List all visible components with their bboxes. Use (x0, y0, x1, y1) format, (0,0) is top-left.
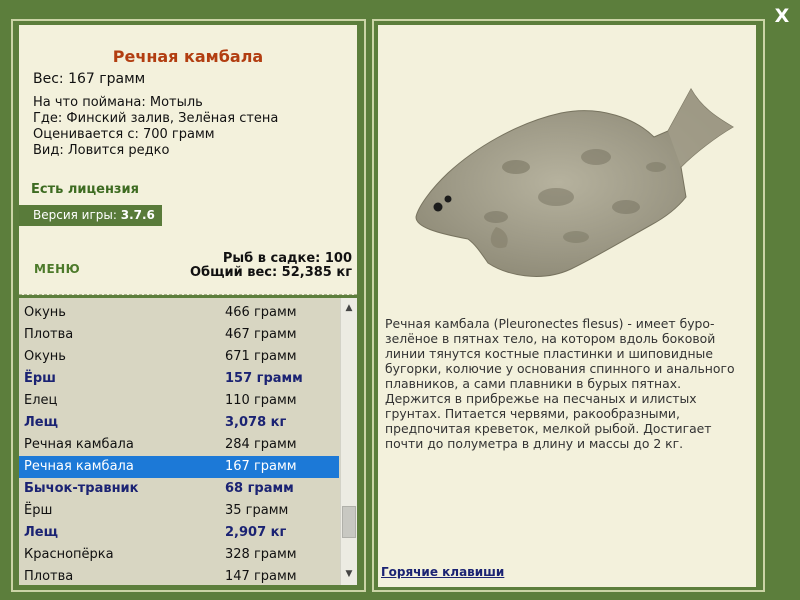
list-item-weight: 284 грамм (225, 437, 297, 452)
chevron-down-icon[interactable]: ▼ (341, 566, 357, 582)
fish-description: Речная камбала (Pleuronectes flesus) - и… (385, 316, 735, 451)
catch-list: Окунь 466 грамм Плотва 467 грамм Окунь 671 гр… (19, 298, 357, 585)
list-item-name: Речная камбала (24, 437, 134, 452)
list-item-weight: 167 грамм (225, 459, 297, 474)
catch-list-rows: Окунь 466 грамм Плотва 467 грамм Окунь 671 гр… (19, 302, 339, 585)
info-line-location: Где: Финский залив, Зелёная стена (33, 111, 279, 126)
info-line-bait: На что поймана: Мотыль (33, 95, 203, 110)
list-item-weight: 68 грамм (225, 481, 294, 496)
list-item[interactable]: Окунь 466 грамм (19, 302, 339, 324)
list-item[interactable]: Бычок-травник 68 грамм (19, 478, 339, 500)
fish-weight: Вес: 167 грамм (33, 71, 146, 87)
total-weight: Общий вес: 52,385 кг (189, 265, 352, 280)
version-label: Версия игры: (33, 208, 121, 222)
list-item-name: Ёрш (24, 371, 56, 386)
list-item[interactable]: Плотва 467 грамм (19, 324, 339, 346)
list-item-weight: 157 грамм (225, 371, 303, 386)
dashed-divider (19, 294, 357, 295)
list-item-name: Плотва (24, 327, 74, 342)
list-item-weight: 467 грамм (225, 327, 297, 342)
list-item-name: Бычок-травник (24, 481, 139, 496)
version-number: 3.7.6 (120, 208, 155, 222)
list-item[interactable]: Окунь 671 грамм (19, 346, 339, 368)
list-item[interactable]: Елец 110 грамм (19, 390, 339, 412)
list-item-name: Окунь (24, 349, 66, 364)
fish-title: Речная камбала (112, 47, 264, 66)
list-item-weight: 35 грамм (225, 503, 289, 518)
list-item[interactable]: Краснопёрка 328 грамм (19, 544, 339, 566)
fish-info-panel: Речная камбала Вес: 167 грамм На что пой… (19, 25, 357, 295)
list-item-name: Окунь (24, 305, 66, 320)
list-item-name: Плотва (24, 569, 74, 584)
fish-image (415, 87, 734, 277)
list-item[interactable]: Речная камбала 167 грамм (19, 456, 339, 478)
close-icon: X (774, 5, 790, 27)
list-item-name: Ёрш (24, 503, 53, 518)
license-status: Есть лицензия (31, 182, 139, 197)
list-item-weight: 3,078 кг (225, 415, 287, 430)
list-item-name: Елец (24, 393, 58, 408)
close-button[interactable]: X (772, 6, 792, 26)
list-item[interactable]: Плотва 147 грамм (19, 566, 339, 585)
list-item[interactable]: Ёрш 35 грамм (19, 500, 339, 522)
game-version: Версия игры: 3.7.6 (19, 205, 162, 226)
list-item-name: Речная камбала (24, 459, 134, 474)
list-item-weight: 671 грамм (225, 349, 297, 364)
list-item-weight: 466 грамм (225, 305, 297, 320)
hotkeys-link[interactable]: Горячие клавиши (381, 565, 504, 579)
chevron-up-icon[interactable]: ▲ (341, 300, 357, 316)
list-item-weight: 110 грамм (225, 393, 297, 408)
list-item-weight: 328 грамм (225, 547, 297, 562)
list-item-weight: 147 грамм (225, 569, 297, 584)
fish-count: Рыб в садке: 100 (222, 251, 352, 266)
list-item[interactable]: Ёрш 157 грамм (19, 368, 339, 390)
info-line-rarity: Вид: Ловится редко (33, 143, 170, 158)
scroll-thumb[interactable] (342, 506, 356, 538)
list-item-weight: 2,907 кг (225, 525, 287, 540)
list-item[interactable]: Лещ 2,907 кг (19, 522, 339, 544)
catch-stats: Рыб в садке: 100 Общий вес: 52,385 кг (190, 252, 352, 280)
list-item[interactable]: Лещ 3,078 кг (19, 412, 339, 434)
list-item-name: Лещ (24, 525, 58, 540)
menu-button[interactable]: МЕНЮ (34, 262, 80, 276)
list-item-name: Лещ (24, 415, 58, 430)
list-scrollbar[interactable]: ▲ ▼ (340, 298, 357, 585)
list-item-name: Краснопёрка (24, 547, 114, 562)
fish-detail-panel: Речная камбала (Pleuronectes flesus) - и… (378, 25, 756, 587)
info-line-price: Оценивается с: 700 грамм (33, 127, 215, 142)
list-item[interactable]: Речная камбала 284 грамм (19, 434, 339, 456)
